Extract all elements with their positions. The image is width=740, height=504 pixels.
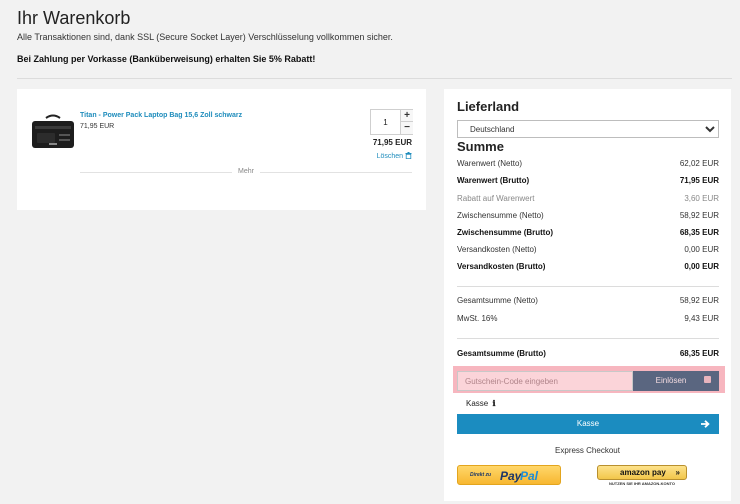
- amazon-arrow-icon: »: [675, 468, 680, 477]
- amazon-pay-subtitle: NUTZEN SIE IHR AMAZON-KONTO: [609, 481, 675, 486]
- remove-label: Löschen: [376, 153, 404, 160]
- checkout-button[interactable]: Kasse: [457, 414, 719, 434]
- quantity-stepper: + −: [370, 109, 413, 135]
- row-label: Rabatt auf Warenwert: [457, 194, 535, 203]
- coupon-code-input[interactable]: [457, 371, 633, 391]
- row-value: 58,92 EUR: [679, 211, 719, 220]
- quantity-input[interactable]: [371, 110, 400, 134]
- row-label: Zwischensumme (Brutto): [457, 228, 554, 237]
- amazon-pay-label: amazon pay: [620, 468, 666, 477]
- checkout-button-label: Kasse: [576, 419, 600, 428]
- country-heading: Lieferland: [457, 99, 520, 114]
- redeem-label: Einlösen: [655, 376, 687, 385]
- redeem-coupon-button[interactable]: Einlösen: [633, 371, 719, 391]
- trash-icon: [405, 152, 412, 160]
- discount-note: Bei Zahlung per Vorkasse (Banküberweisun…: [17, 54, 316, 64]
- row-value: 71,95 EUR: [679, 176, 719, 185]
- row-value: 0,00 EUR: [684, 262, 719, 271]
- express-checkout-label: Express Checkout: [555, 446, 620, 455]
- product-image[interactable]: [29, 112, 77, 152]
- row-value: 68,35 EUR: [679, 228, 719, 237]
- summary-divider: [457, 338, 719, 339]
- page-title: Ihr Warenkorb: [17, 8, 131, 28]
- product-name-link[interactable]: Titan - Power Pack Laptop Bag 15,6 Zoll …: [80, 112, 242, 119]
- row-label: Warenwert (Brutto): [457, 176, 530, 185]
- paypal-button[interactable]: Direkt zu Pay Pal: [457, 465, 561, 485]
- cart-panel: Titan - Power Pack Laptop Bag 15,6 Zoll …: [17, 89, 426, 210]
- row-value: 68,35 EUR: [679, 349, 719, 358]
- country-select[interactable]: Deutschland: [457, 120, 719, 138]
- summary-divider: [457, 286, 719, 287]
- product-unit-price: 71,95 EUR: [80, 123, 115, 130]
- minus-icon[interactable]: −: [400, 122, 413, 134]
- gift-icon: [704, 376, 711, 383]
- totals-heading: Summe: [457, 139, 504, 154]
- more-toggle[interactable]: Mehr: [232, 168, 260, 175]
- row-label: Gesamtsumme (Netto): [457, 296, 538, 305]
- arrow-right-icon: [701, 420, 710, 428]
- line-total: 71,95 EUR: [372, 138, 412, 147]
- row-value: 9,43 EUR: [684, 314, 719, 323]
- row-label: Zwischensumme (Netto): [457, 211, 544, 220]
- row-value: 58,92 EUR: [679, 296, 719, 305]
- checkout-label: Kasse ℹ: [466, 399, 497, 408]
- paypal-prefix: Direkt zu: [470, 472, 492, 478]
- paypal-logo-pal: Pal: [520, 469, 539, 483]
- row-label: Gesamtsumme (Brutto): [457, 349, 546, 358]
- row-label: Versandkosten (Netto): [457, 245, 537, 254]
- row-label: MwSt. 16%: [457, 314, 498, 323]
- summary-panel: Lieferland Deutschland Summe Warenwert (…: [444, 89, 731, 501]
- header-divider: [17, 78, 732, 79]
- row-label: Versandkosten (Brutto): [457, 262, 546, 271]
- plus-icon[interactable]: +: [400, 110, 413, 122]
- row-value: 62,02 EUR: [679, 159, 719, 168]
- amazon-pay-button[interactable]: amazon pay »: [597, 465, 687, 480]
- checkout-label-text: Kasse: [466, 399, 489, 408]
- paypal-logo-pay: Pay: [500, 469, 522, 483]
- row-value: 0,00 EUR: [684, 245, 719, 254]
- remove-item-link[interactable]: Löschen: [377, 152, 412, 160]
- row-label: Warenwert (Netto): [457, 159, 523, 168]
- ssl-note: Alle Transaktionen sind, dank SSL (Secur…: [17, 32, 393, 42]
- row-value: 3,60 EUR: [684, 194, 719, 203]
- info-icon[interactable]: ℹ: [490, 399, 497, 408]
